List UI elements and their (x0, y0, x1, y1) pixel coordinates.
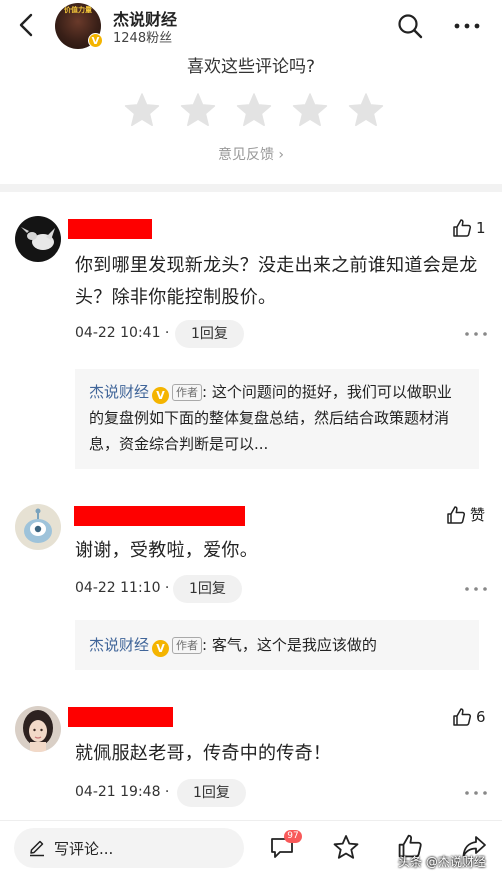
feedback-link[interactable]: 意见反馈 › (0, 144, 502, 164)
commenter-avatar[interactable] (15, 216, 61, 262)
fans-count: 1248粉丝 (113, 31, 173, 46)
redacted-username (68, 219, 152, 239)
reply-text: : 客气，这个是我应该做的 (202, 636, 377, 654)
more-options-icon[interactable] (452, 12, 482, 40)
thumbs-up-icon (453, 219, 472, 237)
animal-avatar-image (15, 216, 61, 262)
star-icon[interactable] (180, 92, 216, 128)
verified-badge-icon: V (152, 640, 170, 657)
like-button[interactable]: 赞 (446, 504, 485, 525)
redacted-username (68, 707, 173, 727)
comment-count-badge: 97 (284, 830, 302, 843)
redacted-username (74, 506, 245, 526)
author-reply[interactable]: 杰说财经 V 作者: 客气，这个是我应该做的 (75, 620, 479, 670)
star-icon[interactable] (124, 92, 160, 128)
reply-count-button[interactable]: 1回复 (177, 779, 246, 807)
write-comment-placeholder: 写评论... (54, 840, 114, 858)
pencil-icon (30, 840, 44, 857)
reply-author-name[interactable]: 杰说财经 (89, 383, 149, 401)
bottom-action-bar: 写评论... 97 头条 @杰说财经 (0, 820, 502, 878)
like-label: 赞 (470, 506, 486, 524)
back-arrow-icon[interactable] (14, 12, 40, 38)
thumbs-up-icon (453, 708, 472, 726)
like-button[interactable]: 1 (452, 218, 486, 238)
star-icon[interactable] (236, 92, 272, 128)
star-icon[interactable] (348, 92, 384, 128)
author-tag: 作者 (172, 637, 203, 654)
avatar-logo-text: 价值力量 (64, 6, 92, 14)
star-icon[interactable] (292, 92, 328, 128)
cartoon-avatar-image (15, 504, 61, 550)
portrait-avatar-image (15, 706, 61, 752)
comment-text: 就佩服赵老哥，传奇中的传奇！ (75, 743, 332, 764)
reply-count-button[interactable]: 1回复 (173, 575, 242, 603)
reply-author-name[interactable]: 杰说财经 (89, 636, 149, 654)
comment-timestamp: 04-21 19:48 · (75, 784, 170, 800)
top-bar: 价值力量 V 杰说财经 1248粉丝 (0, 0, 502, 52)
rating-prompt: 喜欢这些评论吗? (186, 57, 316, 77)
verified-badge-icon: V (88, 33, 103, 48)
commenter-avatar[interactable] (15, 706, 61, 752)
comment-timestamp: 04-22 11:10 · (75, 580, 170, 596)
author-reply[interactable]: 杰说财经 V 作者: 这个问题问的挺好，我们可以做职业的复盘例如下面的整体复盘总结，… (75, 369, 479, 469)
verified-badge-icon: V (152, 387, 170, 404)
section-divider (0, 184, 502, 192)
comment-more-icon[interactable] (464, 584, 488, 594)
comment-text: 你到哪里发现新龙头？没走出来之前谁知道会是龙头？除非你能控制股价。 (75, 255, 478, 308)
star-rating[interactable] (124, 92, 384, 128)
reply-count-button[interactable]: 1回复 (175, 320, 244, 348)
watermark-text: 头条 @杰说财经 (398, 855, 486, 869)
write-comment-input[interactable]: 写评论... (14, 828, 244, 868)
favorite-star-icon[interactable] (332, 833, 360, 861)
comment-timestamp: 04-22 10:41 · (75, 325, 170, 341)
like-button[interactable]: 6 (452, 707, 486, 727)
comment-more-icon[interactable] (464, 788, 488, 798)
author-tag: 作者 (172, 384, 203, 401)
comment-text: 谢谢，受教啦，爱你。 (75, 540, 258, 561)
like-count: 6 (476, 708, 486, 726)
thumbs-up-icon (447, 505, 466, 524)
like-count: 1 (476, 219, 486, 237)
commenter-avatar[interactable] (15, 504, 61, 550)
search-icon[interactable] (396, 12, 424, 40)
comment-more-icon[interactable] (464, 329, 488, 339)
